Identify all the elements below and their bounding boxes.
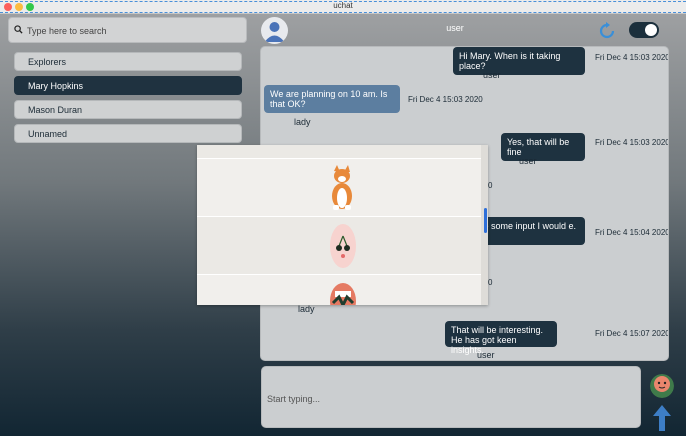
room-label: Mary Hopkins xyxy=(28,81,84,91)
room-item-mason-duran[interactable]: Mason Duran xyxy=(14,100,242,119)
sticker-row[interactable] xyxy=(197,158,481,216)
room-label: Explorers xyxy=(28,57,67,67)
message-sender: user xyxy=(477,350,495,360)
message-bubble: That will be interesting. He has got kee… xyxy=(445,321,557,355)
message-bubble: Hi Mary. When is it taking place? xyxy=(453,47,585,75)
message-sender: lady xyxy=(298,304,315,314)
window-title: uchat xyxy=(333,1,353,10)
message-time-partial: 0 xyxy=(488,278,493,287)
cherries-sticker[interactable] xyxy=(329,221,357,271)
message-time: Fri Dec 4 15:04 2020 xyxy=(595,228,669,237)
message-sender: user xyxy=(483,70,501,80)
message-time-partial: 0 xyxy=(488,181,493,190)
room-label: Mason Duran xyxy=(28,105,83,115)
message-time: Fri Dec 4 15:03 2020 xyxy=(595,53,669,62)
toggle-knob xyxy=(645,24,657,36)
sticker-row[interactable] xyxy=(197,145,481,158)
header-username: user xyxy=(446,23,464,33)
corgi-sticker[interactable] xyxy=(327,162,357,212)
message-time: Fri Dec 4 15:07 2020 xyxy=(595,329,669,338)
search-placeholder: Type here to search xyxy=(27,26,107,36)
toggle-switch-icon[interactable] xyxy=(629,22,659,38)
room-label: Unnamed xyxy=(28,129,68,139)
creature-sticker[interactable] xyxy=(329,281,357,305)
message-time: Fri Dec 4 15:03 2020 xyxy=(595,138,669,147)
room-item-mary-hopkins[interactable]: Mary Hopkins xyxy=(14,76,242,95)
refresh-icon[interactable] xyxy=(597,21,617,41)
message-bubble: Yes, that will be fine xyxy=(501,133,585,161)
room-item-explorers[interactable]: Explorers xyxy=(14,52,242,71)
picker-scrollbar[interactable] xyxy=(481,145,488,305)
search-input[interactable]: Type here to search xyxy=(8,17,247,43)
sticker-row[interactable] xyxy=(197,274,481,305)
message-bubble: ve some input I would e. xyxy=(473,217,585,245)
room-item-unnamed[interactable]: Unnamed xyxy=(14,124,242,143)
message-input[interactable]: Start typing... xyxy=(261,366,641,428)
app-body: Type here to search Explorers Mary Hopki… xyxy=(0,14,686,436)
sticker-face-icon[interactable] xyxy=(650,374,674,398)
message-sender: user xyxy=(519,156,537,166)
message-time: Fri Dec 4 15:03 2020 xyxy=(408,95,483,104)
sticker-picker[interactable] xyxy=(197,145,488,305)
user-avatar-icon[interactable] xyxy=(261,17,288,44)
message-bubble: We are planning on 10 am. Is that OK? xyxy=(264,85,400,113)
window-titlebar: uchat xyxy=(0,0,686,14)
message-sender: lady xyxy=(294,117,311,127)
sticker-row[interactable] xyxy=(197,216,481,274)
message-placeholder: Start typing... xyxy=(267,394,321,404)
search-icon xyxy=(14,25,23,34)
picker-scroll-thumb[interactable] xyxy=(484,208,487,233)
send-arrow-icon[interactable] xyxy=(652,404,672,432)
